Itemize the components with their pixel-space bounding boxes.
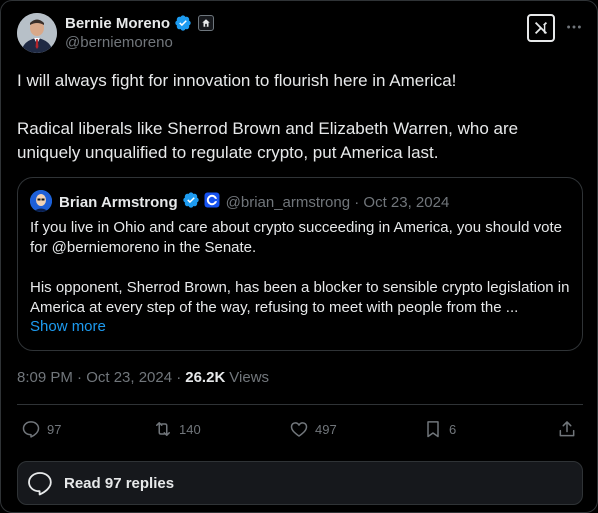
repost-button[interactable]: 140 (153, 415, 201, 443)
verified-badge-icon[interactable] (174, 14, 192, 32)
action-bar: 97 140 497 6 (17, 415, 583, 443)
author-name[interactable]: Bernie Moreno (65, 15, 170, 32)
repost-count: 140 (179, 421, 201, 437)
show-more-link[interactable]: Show more (30, 318, 106, 335)
quoted-verified-badge-icon (182, 191, 200, 213)
affiliate-badge-icon[interactable] (198, 15, 215, 31)
reply-count: 97 (47, 421, 62, 437)
share-icon (559, 421, 575, 437)
timestamp-row: 8:09 PM · Oct 23, 2024 · 26.2K Views (17, 369, 269, 386)
grok-icon[interactable] (527, 14, 555, 42)
reply-icon (22, 421, 40, 438)
views-count: 26.2K (185, 369, 226, 386)
divider (17, 404, 583, 405)
like-count: 497 (315, 421, 337, 437)
author-handle[interactable]: @berniemoreno (65, 34, 173, 51)
more-icon[interactable] (563, 16, 585, 38)
chat-bubble-icon (28, 472, 52, 496)
repost-icon (156, 422, 170, 436)
quoted-tweet[interactable]: Brian Armstrong @brian_armstrong · Oct 2… (17, 177, 583, 351)
timestamp[interactable]: 8:09 PM · Oct 23, 2024 · (17, 369, 181, 386)
tweet-card: Bernie Moreno @berniemoreno I will alway… (0, 0, 598, 513)
like-icon (290, 422, 308, 437)
bookmark-button[interactable]: 6 (423, 415, 456, 443)
quoted-author-avatar[interactable] (30, 190, 52, 212)
quoted-text: If you live in Ohio and care about crypt… (30, 219, 570, 316)
quoted-author-name[interactable]: Brian Armstrong (59, 194, 178, 211)
author-name-row: Bernie Moreno (65, 14, 215, 32)
tweet-text: I will always fight for innovation to fl… (17, 71, 519, 162)
views-label: Views (229, 369, 270, 386)
bookmark-icon (427, 421, 439, 438)
coinbase-affiliate-icon (204, 192, 220, 212)
quoted-header: Brian Armstrong @brian_armstrong · Oct 2… (59, 191, 449, 213)
read-replies-label: Read 97 replies (64, 474, 175, 492)
like-button[interactable]: 497 (289, 415, 337, 443)
share-button[interactable] (557, 415, 577, 443)
read-replies-button[interactable]: Read 97 replies (17, 461, 583, 505)
bookmark-count: 6 (449, 421, 457, 437)
author-avatar[interactable] (17, 13, 57, 53)
reply-button[interactable]: 97 (21, 415, 61, 443)
quoted-meta: @brian_armstrong · Oct 23, 2024 (225, 193, 450, 211)
author-avatar-image (17, 13, 57, 53)
